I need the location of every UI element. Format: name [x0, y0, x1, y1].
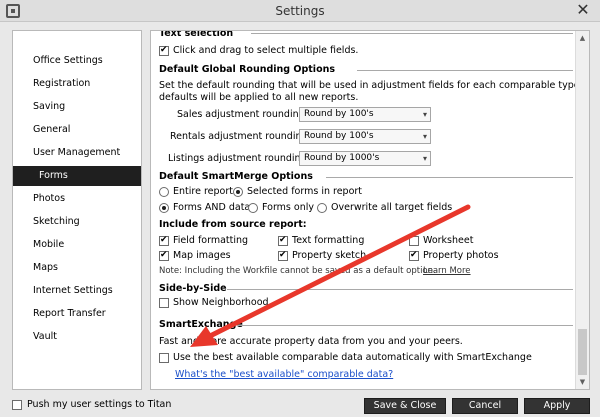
title-bar: Settings ✕: [0, 0, 600, 22]
best-available-link[interactable]: What's the "best available" comparable d…: [175, 369, 393, 380]
sidebar-item-registration[interactable]: Registration: [13, 74, 141, 94]
sidebar-item-report-transfer[interactable]: Report Transfer: [13, 304, 141, 324]
text-formatting-checkbox[interactable]: [278, 235, 288, 246]
rentals-rounding-select[interactable]: Round by 100's ▾: [299, 129, 431, 144]
window-title: Settings: [275, 4, 325, 18]
listings-rounding-select[interactable]: Round by 1000's ▾: [299, 151, 431, 166]
map-images-checkbox[interactable]: [159, 250, 169, 261]
sidebar-item-vault[interactable]: Vault: [13, 327, 141, 347]
map-images-label: Map images: [173, 250, 231, 261]
push-settings-label: Push my user settings to Titan: [27, 399, 172, 410]
apply-button[interactable]: Apply: [524, 398, 590, 414]
sidebar-item-saving[interactable]: Saving: [13, 97, 141, 117]
field-formatting-checkbox[interactable]: [159, 235, 169, 246]
section-divider: [237, 325, 573, 326]
learn-more-link[interactable]: Learn More: [423, 266, 471, 276]
scroll-down-icon[interactable]: ▼: [576, 375, 589, 389]
property-sketch-checkbox[interactable]: [278, 250, 288, 261]
sales-rounding-value: Round by 100's: [304, 109, 374, 119]
sidebar-item-mobile[interactable]: Mobile: [13, 235, 141, 255]
sidebar-item-user-management[interactable]: User Management: [13, 143, 141, 163]
sidebar-item-sketching[interactable]: Sketching: [13, 212, 141, 232]
chevron-down-icon: ▾: [422, 110, 427, 119]
property-photos-label: Property photos: [423, 250, 499, 261]
forms-and-data-label: Forms AND data: [173, 202, 251, 213]
field-formatting-label: Field formatting: [173, 235, 249, 246]
entire-report-radio[interactable]: [159, 187, 169, 197]
section-divider: [326, 177, 573, 178]
forms-only-radio[interactable]: [248, 203, 258, 213]
rounding-description-1: Set the default rounding that will be us…: [159, 80, 589, 91]
scroll-up-icon[interactable]: ▲: [576, 31, 589, 45]
chevron-down-icon: ▾: [422, 154, 427, 163]
text-selection-heading: Text selection: [159, 30, 234, 39]
click-drag-checkbox[interactable]: [159, 45, 169, 56]
sidebar-item-office-settings[interactable]: Office Settings: [13, 51, 141, 71]
sidebar-item-maps[interactable]: Maps: [13, 258, 141, 278]
sidebar-item-internet-settings[interactable]: Internet Settings: [13, 281, 141, 301]
section-divider: [227, 289, 573, 290]
settings-content-panel: Text selection Click and drag to select …: [150, 30, 590, 390]
use-best-available-checkbox[interactable]: [159, 353, 169, 363]
show-neighborhood-label: Show Neighborhood: [173, 297, 269, 308]
cancel-button[interactable]: Cancel: [452, 398, 518, 414]
include-heading: Include from source report:: [159, 219, 307, 230]
sales-rounding-label: Sales adjustment rounding:: [177, 109, 308, 120]
property-photos-checkbox[interactable]: [409, 250, 419, 261]
overwrite-radio[interactable]: [317, 203, 327, 213]
smartexchange-description: Fast and more accurate property data fro…: [159, 336, 463, 347]
scrollbar-thumb[interactable]: [578, 329, 587, 375]
section-divider: [357, 70, 573, 71]
worksheet-checkbox[interactable]: [409, 236, 419, 246]
text-formatting-label: Text formatting: [292, 235, 365, 246]
chevron-down-icon: ▾: [422, 132, 427, 141]
side-by-side-heading: Side-by-Side: [159, 283, 227, 294]
rentals-rounding-label: Rentals adjustment rounding:: [170, 131, 311, 142]
listings-rounding-value: Round by 1000's: [304, 153, 380, 163]
push-settings-checkbox[interactable]: [12, 400, 22, 410]
close-icon[interactable]: ✕: [574, 2, 592, 20]
forms-and-data-radio[interactable]: [159, 203, 169, 213]
rounding-description-2: defaults will be applied to all new repo…: [159, 92, 359, 103]
property-sketch-label: Property sketch: [292, 250, 367, 261]
overwrite-label: Overwrite all target fields: [331, 202, 453, 213]
sidebar-item-forms[interactable]: Forms: [13, 166, 141, 186]
smartexchange-heading: SmartExchange: [159, 319, 243, 330]
worksheet-label: Worksheet: [423, 235, 474, 246]
settings-sidebar: Office Settings Registration Saving Gene…: [12, 30, 142, 390]
selected-forms-label: Selected forms in report: [247, 186, 363, 197]
sidebar-item-general[interactable]: General: [13, 120, 141, 140]
rentals-rounding-value: Round by 100's: [304, 131, 374, 141]
footer-bar: Push my user settings to Titan Save & Cl…: [0, 396, 600, 417]
save-close-button[interactable]: Save & Close: [364, 398, 446, 414]
forms-only-label: Forms only: [262, 202, 314, 213]
show-neighborhood-checkbox[interactable]: [159, 298, 169, 308]
workfile-note: Note: Including the Workfile cannot be s…: [159, 266, 436, 276]
selected-forms-radio[interactable]: [233, 187, 243, 197]
sales-rounding-select[interactable]: Round by 100's ▾: [299, 107, 431, 122]
smartmerge-heading: Default SmartMerge Options: [159, 171, 313, 182]
section-divider: [251, 33, 573, 34]
listings-rounding-label: Listings adjustment rounding:: [168, 153, 310, 164]
click-drag-label: Click and drag to select multiple fields…: [173, 45, 359, 56]
sidebar-item-photos[interactable]: Photos: [13, 189, 141, 209]
entire-report-label: Entire report: [173, 186, 233, 197]
rounding-heading: Default Global Rounding Options: [159, 64, 336, 75]
content-scrollbar[interactable]: ▲ ▼: [575, 31, 589, 389]
use-best-available-label: Use the best available comparable data a…: [173, 352, 532, 363]
